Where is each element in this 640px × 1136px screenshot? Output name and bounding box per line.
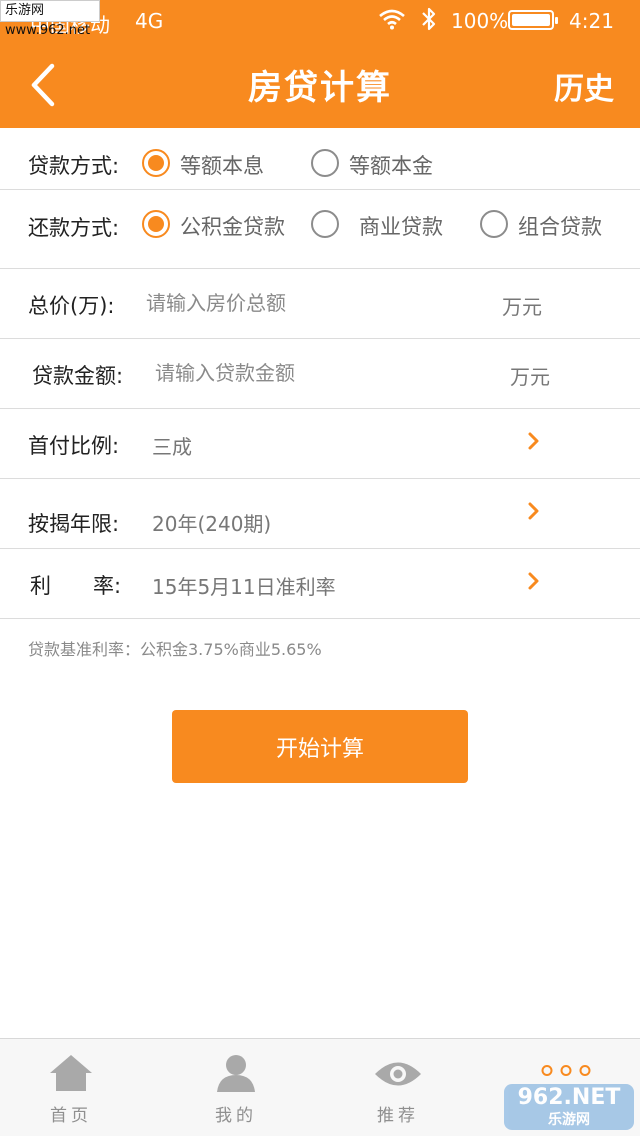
radio-circle bbox=[311, 149, 339, 177]
total-price-unit: 万元 bbox=[502, 295, 542, 319]
battery-icon bbox=[508, 10, 558, 30]
chevron-right-icon bbox=[528, 432, 539, 450]
site-logo: 962.NET 乐游网 bbox=[504, 1084, 634, 1130]
interest-rate-value: 15年5月11日准利率 bbox=[152, 575, 336, 599]
loan-amount-input[interactable] bbox=[155, 353, 485, 393]
watermark-label: 乐游网 www.962.net bbox=[0, 0, 100, 38]
radio-circle bbox=[142, 210, 170, 238]
network-type: 4G bbox=[135, 9, 164, 33]
chevron-right-icon bbox=[528, 572, 539, 590]
site-logo-sub: 乐游网 bbox=[548, 1112, 590, 1128]
radio-circle bbox=[311, 210, 339, 238]
radio-label: 组合贷款 bbox=[518, 215, 602, 239]
mortgage-term-row[interactable]: 按揭年限: 20年(240期) bbox=[0, 479, 640, 549]
site-logo-main: 962.NET bbox=[517, 1085, 621, 1110]
repay-method-row: 还款方式: 公积金贷款 商业贷款 组合贷款 bbox=[0, 192, 640, 252]
tab-recommend[interactable]: 推荐 bbox=[318, 1039, 478, 1136]
loan-amount-label: 贷款金额: bbox=[32, 364, 124, 388]
eye-icon bbox=[375, 1062, 421, 1086]
total-price-input[interactable] bbox=[146, 283, 476, 323]
interest-rate-row[interactable]: 利 率: 15年5月11日准利率 bbox=[0, 549, 640, 619]
radio-circle bbox=[480, 210, 508, 238]
bottom-tab-bar: 首页 我的 推荐 962.NET 乐游网 bbox=[0, 1038, 640, 1136]
tab-label: 推荐 bbox=[377, 1106, 419, 1126]
loan-amount-row: 贷款金额: 万元 bbox=[0, 339, 640, 409]
more-dots-icon bbox=[541, 1065, 591, 1076]
battery-percent: 100% bbox=[451, 9, 509, 33]
loan-amount-unit: 万元 bbox=[510, 365, 550, 389]
tab-home[interactable]: 首页 bbox=[0, 1039, 151, 1136]
bluetooth-icon bbox=[420, 6, 438, 37]
app-header: 中国移动 4G 100% 4:21 乐游网 www.962.net 房贷计算 历… bbox=[0, 0, 640, 128]
interest-rate-label: 利 率: bbox=[30, 574, 122, 598]
tab-label: 我的 bbox=[215, 1106, 257, 1126]
loan-method-row: 贷款方式: 等额本息 等额本金 bbox=[0, 130, 640, 190]
home-icon bbox=[50, 1055, 92, 1091]
down-payment-row[interactable]: 首付比例: 三成 bbox=[0, 409, 640, 479]
loan-method-label: 贷款方式: bbox=[28, 154, 120, 178]
mortgage-term-value: 20年(240期) bbox=[152, 512, 272, 536]
tab-mine[interactable]: 我的 bbox=[156, 1039, 316, 1136]
history-button[interactable]: 历史 bbox=[554, 64, 614, 108]
radio-label: 商业贷款 bbox=[359, 215, 443, 239]
mortgage-term-label: 按揭年限: bbox=[28, 512, 120, 536]
tab-label: 首页 bbox=[50, 1106, 92, 1126]
radio-label: 等额本金 bbox=[349, 154, 433, 178]
down-payment-label: 首付比例: bbox=[28, 434, 120, 458]
clock: 4:21 bbox=[569, 9, 614, 33]
wifi-icon bbox=[378, 8, 406, 35]
radio-label: 等额本息 bbox=[180, 154, 264, 178]
base-rate-note: 贷款基准利率：公积金3.75%商业5.65% bbox=[28, 640, 322, 659]
chevron-right-icon bbox=[528, 502, 539, 520]
repay-method-label: 还款方式: bbox=[28, 216, 120, 240]
start-calculation-button[interactable]: 开始计算 bbox=[172, 710, 468, 783]
radio-circle bbox=[142, 149, 170, 177]
total-price-row: 总价(万): 万元 bbox=[0, 269, 640, 339]
page-title: 房贷计算 bbox=[248, 68, 392, 108]
down-payment-value: 三成 bbox=[152, 435, 192, 459]
total-price-label: 总价(万): bbox=[28, 294, 115, 318]
user-icon bbox=[217, 1055, 255, 1092]
radio-label: 公积金贷款 bbox=[180, 215, 285, 239]
